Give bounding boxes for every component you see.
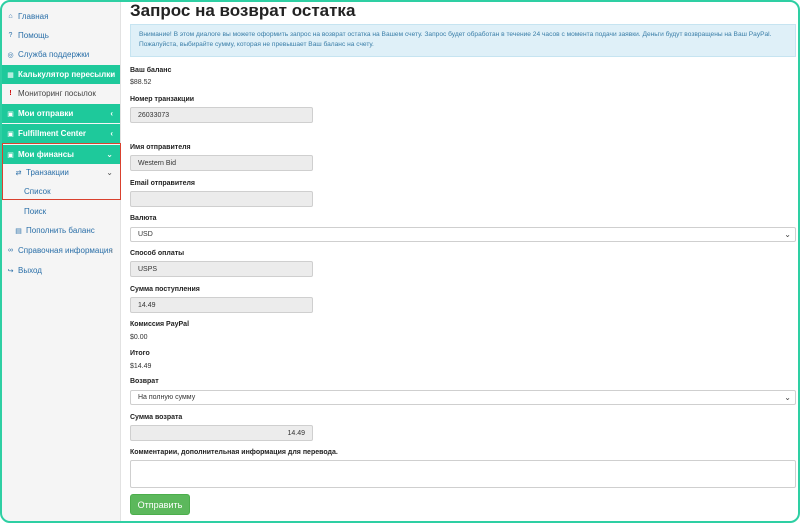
help-icon: ? — [8, 32, 13, 39]
payment-method-label: Способ оплаты — [130, 250, 185, 257]
sidebar-item-label: Fulfillment Center — [18, 129, 87, 138]
sender-email-field[interactable] — [130, 191, 313, 207]
currency-select[interactable]: USD ⌄ — [130, 227, 796, 242]
incoming-amount-field[interactable]: 14.49 — [130, 297, 313, 313]
sidebar-item-label: Мониторинг посылок — [18, 89, 96, 98]
refund-amount-label: Сумма возрата — [130, 414, 183, 421]
refund-selected-value: На полную сумму — [138, 394, 196, 401]
balance-label: Ваш баланс — [130, 67, 172, 74]
sidebar-item-label: Калькулятор пересылки — [18, 70, 116, 79]
balance-value: $88.52 — [130, 79, 152, 86]
sidebar-item-fulfillment[interactable]: ▣ Fulfillment Center ‹ — [2, 124, 120, 143]
transaction-label: Номер транзакции — [130, 96, 195, 103]
sidebar-item-home[interactable]: ⌂ Главная — [2, 7, 120, 26]
sidebar-item-label: Служба поддержки — [18, 50, 90, 59]
logout-icon: ↪ — [7, 267, 14, 275]
main-content: Запрос на возврат остатка Внимание! В эт… — [130, 0, 798, 523]
calculator-icon: ▦ — [7, 71, 14, 79]
home-icon: ⌂ — [8, 13, 13, 20]
sidebar: ⌂ Главная ? Помощь ◎ Служба поддержки ▦ … — [2, 2, 121, 521]
total-label: Итого — [130, 350, 150, 357]
paypal-fee-label: Комиссия PayPal — [130, 321, 190, 328]
chevron-down-icon: ⌄ — [784, 393, 791, 402]
sidebar-item-monitoring[interactable]: ! Мониторинг посылок — [2, 84, 120, 103]
sidebar-item-label: Мои финансы — [18, 150, 75, 159]
payment-method-field[interactable]: USPS — [130, 261, 313, 277]
support-icon: ◎ — [7, 51, 14, 59]
sidebar-item-help[interactable]: ? Помощь — [2, 26, 120, 45]
sidebar-item-shipments[interactable]: ▣ Мои отправки ‹ — [2, 104, 120, 123]
sidebar-item-label: Список — [24, 187, 51, 196]
total-value: $14.49 — [130, 363, 152, 370]
currency-label: Валюта — [130, 215, 157, 222]
sender-name-field[interactable]: Western Bid — [130, 155, 313, 171]
paypal-fee-value: $0.00 — [130, 334, 148, 341]
sidebar-item-reference[interactable]: ∞ Справочная информация ‹ — [2, 241, 120, 260]
link-icon: ∞ — [8, 247, 13, 254]
info-alert: Внимание! В этом диалоге вы можете оформ… — [130, 24, 796, 57]
exchange-icon: ⇄ — [15, 169, 22, 177]
sidebar-item-finances[interactable]: ▣ Мои финансы ⌄ — [2, 145, 120, 164]
sender-email-label: Email отправителя — [130, 180, 196, 187]
sidebar-item-label: Пополнить баланс — [26, 226, 95, 235]
alert-icon: ! — [9, 90, 12, 97]
comments-label: Комментарии, дополнительная информация д… — [130, 449, 338, 456]
refund-select[interactable]: На полную сумму ⌄ — [130, 390, 796, 405]
refund-label: Возврат — [130, 378, 159, 385]
sender-name-label: Имя отправителя — [130, 144, 191, 151]
refund-amount-field[interactable]: 14.49 — [130, 425, 313, 441]
sidebar-item-label: Справочная информация — [18, 246, 113, 255]
cart-icon: ▣ — [7, 151, 14, 159]
sidebar-item-label: Главная — [18, 12, 49, 21]
chevron-left-icon: ‹ — [110, 129, 113, 138]
chevron-left-icon: ‹ — [110, 109, 113, 118]
sidebar-item-label: Мои отправки — [18, 109, 74, 118]
transaction-field[interactable]: 26033073 — [130, 107, 313, 123]
chevron-left-icon: ‹ — [110, 246, 113, 255]
sidebar-item-logout[interactable]: ↪ Выход — [2, 261, 120, 280]
sidebar-item-search[interactable]: Поиск — [2, 202, 120, 221]
sidebar-item-label: Транзакции — [26, 168, 69, 177]
sidebar-item-top-up[interactable]: ▤ Пополнить баланс — [2, 221, 120, 240]
sidebar-item-label: Выход — [18, 266, 42, 275]
chevron-left-icon: ‹ — [110, 70, 113, 79]
comments-textarea[interactable] — [130, 460, 796, 488]
sidebar-item-calculator[interactable]: ▦ Калькулятор пересылки ‹ — [2, 65, 120, 84]
page-title: Запрос на возврат остатка — [130, 1, 356, 20]
sidebar-item-list[interactable]: Список — [2, 182, 120, 201]
sidebar-item-label: Поиск — [24, 207, 47, 216]
submit-button[interactable]: Отправить — [130, 494, 190, 515]
money-icon: ▤ — [15, 227, 22, 235]
sidebar-item-support[interactable]: ◎ Служба поддержки — [2, 45, 120, 64]
sidebar-item-label: Помощь — [18, 31, 49, 40]
cart-icon: ▣ — [7, 130, 14, 138]
cart-icon: ▣ — [7, 110, 14, 118]
chevron-down-icon: ⌄ — [784, 230, 791, 239]
sidebar-item-transactions[interactable]: ⇄ Транзакции ⌄ — [2, 163, 120, 182]
currency-selected-value: USD — [138, 231, 153, 238]
chevron-down-icon: ⌄ — [106, 150, 113, 159]
incoming-amount-label: Сумма поступления — [130, 286, 200, 293]
chevron-down-icon: ⌄ — [106, 168, 113, 177]
